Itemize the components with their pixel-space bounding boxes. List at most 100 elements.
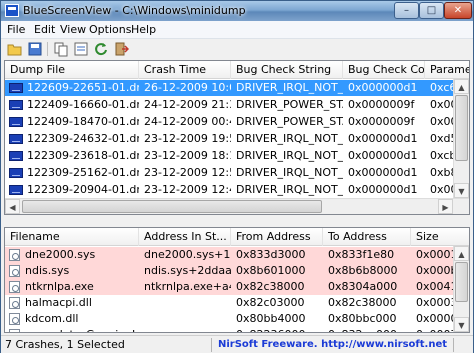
module-list-vertical-scrollbar[interactable]: ▲ ▼ xyxy=(453,246,469,332)
cell-to: 0x82c38000 xyxy=(328,296,397,309)
menu-file[interactable]: File xyxy=(7,23,25,36)
col-bug-check-string[interactable]: Bug Check String xyxy=(231,61,343,79)
scroll-up-arrow-icon[interactable]: ▲ xyxy=(454,246,469,261)
menu-help[interactable]: Help xyxy=(131,23,156,36)
cell-from: 0x8b601000 xyxy=(236,264,306,277)
status-separator xyxy=(453,338,454,352)
cell-file: mcupdate_GenuineIntel.dll xyxy=(5,327,139,332)
maximize-button[interactable]: □ xyxy=(419,2,444,19)
cell-addr xyxy=(139,295,231,311)
col-address-in-stack[interactable]: Address In St... xyxy=(139,228,231,246)
cell-time: 23-12-2009 12:58:42 xyxy=(144,166,231,179)
cell-file: halmacpi.dll xyxy=(25,296,92,309)
cell-code: 0x000000d1 xyxy=(348,183,418,196)
module-list-header: Filename Address In St... From Address T… xyxy=(5,228,469,246)
refresh-icon[interactable] xyxy=(93,41,109,57)
scroll-left-arrow-icon[interactable]: ◀ xyxy=(5,199,20,214)
cell-code: 0x000000d1 xyxy=(348,149,418,162)
scroll-down-arrow-icon[interactable]: ▼ xyxy=(454,183,469,198)
module-row[interactable]: ndis.sys ndis.sys+2ddaa 0x8b601000 0x8b6b80… xyxy=(5,263,469,279)
menu-bar: File Edit View Options Help xyxy=(1,21,473,39)
cell-addr: ntkrnlpa.exe+a480f xyxy=(144,280,231,293)
menu-view[interactable]: View xyxy=(60,23,86,36)
cell-string: DRIVER_IRQL_NOT_LESS... xyxy=(236,132,343,145)
status-bar: 7 Crashes, 1 Selected NirSoft Freeware. … xyxy=(1,335,473,353)
close-button[interactable]: ✕ xyxy=(444,2,472,19)
copy-icon[interactable] xyxy=(53,41,69,57)
save-icon[interactable] xyxy=(27,41,43,57)
crash-row[interactable]: 122309-23618-01.dmp 23-12-2009 18:12:00 DR… xyxy=(5,148,469,164)
crash-row[interactable]: 122409-16660-01.dmp 24-12-2009 21:34:23 DR… xyxy=(5,97,469,113)
cell-from: 0x833d3000 xyxy=(236,248,306,261)
cell-string: DRIVER_IRQL_NOT_LESS... xyxy=(236,166,343,179)
col-crash-time[interactable]: Crash Time ▽ xyxy=(139,61,231,79)
cell-file: 122309-24632-01.dmp xyxy=(27,132,139,145)
cell-addr: ndis.sys+2ddaa xyxy=(144,264,231,277)
module-row[interactable]: mcupdate_GenuineIntel.dll 0x822360000x832… xyxy=(5,327,469,332)
exit-icon[interactable] xyxy=(113,41,129,57)
col-to-address[interactable]: To Address xyxy=(323,228,411,246)
crash-count-status: 7 Crashes, 1 Selected xyxy=(5,338,125,351)
cell-file: 122409-16660-01.dmp xyxy=(27,98,139,111)
cell-time: 23-12-2009 18:12:00 xyxy=(144,149,231,162)
properties-icon[interactable] xyxy=(73,41,89,57)
scrollbar-thumb[interactable] xyxy=(455,95,468,161)
scrollbar-thumb[interactable] xyxy=(455,262,468,302)
open-folder-icon[interactable] xyxy=(7,41,23,57)
cell-code: 0x0000009f xyxy=(348,98,415,111)
cell-time: 23-12-2009 19:58:49 xyxy=(144,132,231,145)
module-list[interactable]: Filename Address In St... From Address T… xyxy=(4,227,470,333)
module-row[interactable]: ntkrnlpa.exe ntkrnlpa.exe+a480f 0x82c38000… xyxy=(5,279,469,295)
col-filename[interactable]: Filename xyxy=(5,228,139,246)
scroll-up-arrow-icon[interactable]: ▲ xyxy=(454,79,469,94)
cell-string: DRIVER_IRQL_NOT_LESS... xyxy=(236,81,343,94)
menu-options[interactable]: Options xyxy=(89,23,131,36)
cell-file: ntkrnlpa.exe xyxy=(25,280,94,293)
toolbar-separator xyxy=(47,42,48,56)
module-row[interactable]: halmacpi.dll0x82c030000x82c380000x000350… xyxy=(5,295,469,311)
cell-to: 0x8b6b8000 xyxy=(328,264,398,277)
cell-file: 122309-20904-01.dmp xyxy=(27,183,139,196)
minimize-button[interactable]: – xyxy=(394,2,419,19)
crash-list-horizontal-scrollbar[interactable]: ◀ ▶ xyxy=(5,198,469,214)
cell-time: 24-12-2009 00:40:00 xyxy=(144,115,231,128)
module-row[interactable]: kdcom.dll0x80bb40000x80bbc0000x00008000 xyxy=(5,311,469,327)
scrollbar-thumb[interactable] xyxy=(22,200,322,213)
crash-row[interactable]: 122309-24632-01.dmp 23-12-2009 19:58:49 DR… xyxy=(5,131,469,147)
title-bar[interactable]: BlueScreenView - C:\Windows\minidump – □… xyxy=(1,1,473,21)
col-dump-file[interactable]: Dump File xyxy=(5,61,139,79)
cell-to: 0x80bbc000 xyxy=(328,312,397,325)
cell-addr: dne2000.sys+15a15 xyxy=(144,248,231,261)
cell-from: 0x82c38000 xyxy=(236,280,305,293)
cell-file: ndis.sys xyxy=(25,264,70,277)
cell-to: 0x8304a000 xyxy=(328,280,398,293)
col-size[interactable]: Size xyxy=(411,228,469,246)
nirsoft-link[interactable]: NirSoft Freeware. http://www.nirsoft.net xyxy=(218,339,447,350)
app-window: BlueScreenView - C:\Windows\minidump – □… xyxy=(0,0,474,353)
crash-row[interactable]: 122309-25162-01.dmp 23-12-2009 12:58:42 DR… xyxy=(5,165,469,181)
col-bug-check-code[interactable]: Bug Check Code xyxy=(343,61,425,79)
cell-file: 122609-22651-01.dmp xyxy=(27,81,139,94)
cell-time: 24-12-2009 21:34:23 xyxy=(144,98,231,111)
cell-file: 122309-25162-01.dmp xyxy=(27,166,139,179)
crash-list[interactable]: Dump File Crash Time ▽ Bug Check String … xyxy=(4,60,470,215)
cell-string: DRIVER_IRQL_NOT_LESS... xyxy=(236,149,343,162)
module-row[interactable]: dne2000.sys dne2000.sys+15a15 0x833d3000 0x… xyxy=(5,247,469,263)
menu-edit[interactable]: Edit xyxy=(34,23,55,36)
cell-code: 0x0000009f xyxy=(348,115,415,128)
window-title: BlueScreenView - C:\Windows\minidump xyxy=(23,4,246,17)
cell-from: 0x82c03000 xyxy=(236,296,305,309)
scroll-right-arrow-icon[interactable]: ▶ xyxy=(438,199,453,214)
crash-row[interactable]: 122309-20904-01.dmp 23-12-2009 12:40:51 DR… xyxy=(5,182,469,198)
col-from-address[interactable]: From Address xyxy=(231,228,323,246)
pane-splitter[interactable] xyxy=(1,216,473,226)
crash-list-vertical-scrollbar[interactable]: ▲ ▼ xyxy=(453,79,469,198)
cell-from: 0x82236000 xyxy=(231,327,323,332)
cell-file: kdcom.dll xyxy=(25,312,79,325)
cell-time: 23-12-2009 12:40:51 xyxy=(144,183,231,196)
col-parameter[interactable]: Parameter xyxy=(425,61,469,79)
crash-row[interactable]: 122609-22651-01.dmp 26-12-2009 10:00:49 DR… xyxy=(5,80,469,96)
crash-row[interactable]: 122409-18470-01.dmp 24-12-2009 00:40:00 DR… xyxy=(5,114,469,130)
scroll-down-arrow-icon[interactable]: ▼ xyxy=(454,317,469,332)
status-separator xyxy=(211,338,212,352)
